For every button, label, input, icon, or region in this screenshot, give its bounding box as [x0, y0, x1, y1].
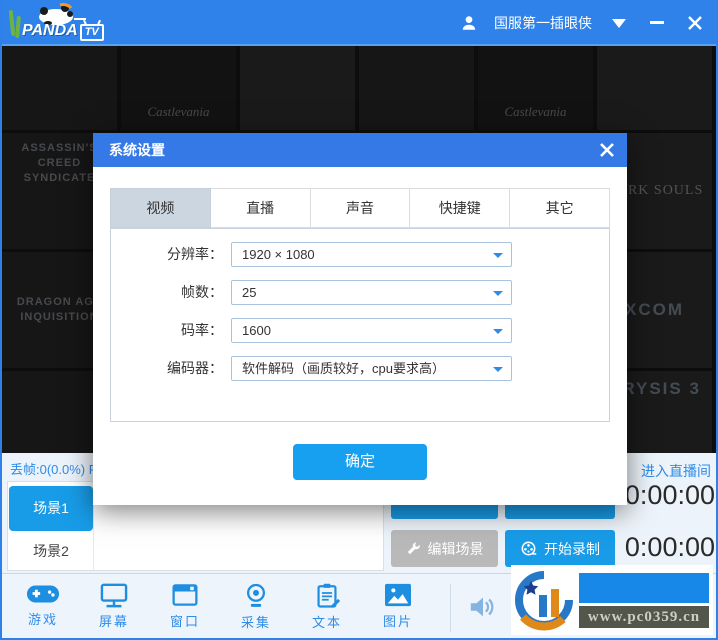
toolbar-item-screen[interactable]: 屏幕: [85, 582, 143, 630]
toolbar-label: 图片: [382, 614, 413, 629]
settings-tabs: 视频 直播 声音 快捷键 其它: [110, 188, 610, 228]
bitrate-value: 1600: [242, 323, 271, 338]
close-icon: [688, 16, 702, 30]
brand-text: PANDA TV: [22, 22, 104, 41]
poster-tile: [597, 46, 712, 130]
image-icon: [385, 583, 411, 607]
scene-item-1[interactable]: 场景1: [9, 486, 93, 531]
dialog-header: 系统设置: [93, 133, 627, 167]
watermark-overlay: www.pc0359.cn: [511, 565, 713, 635]
toolbar-item-capture[interactable]: 采集: [227, 582, 285, 631]
monitor-icon: [100, 583, 128, 608]
form-row-framerate: 帧数： 25: [111, 280, 609, 305]
settings-form: 分辨率： 1920 × 1080 帧数： 25 码率： 1600 编码器： 软件…: [110, 228, 610, 422]
bitrate-select[interactable]: 1600: [231, 318, 512, 343]
encoder-value: 软件解码（画质较好，cpu要求高）: [242, 361, 445, 376]
scene-item-2[interactable]: 场景2: [9, 531, 93, 572]
start-record-label: 开始录制: [544, 540, 600, 557]
toolbar-item-text[interactable]: 文本: [298, 582, 356, 631]
webcam-icon: [246, 583, 266, 607]
tab-live[interactable]: 直播: [210, 188, 311, 228]
pandatv-logo: PANDA TV: [6, 0, 126, 44]
form-row-bitrate: 码率： 1600: [111, 318, 609, 343]
tab-video[interactable]: 视频: [110, 188, 211, 228]
caret-down-icon: [493, 367, 503, 372]
poster-tile: [240, 46, 355, 130]
resolution-label: 分辨率：: [167, 246, 223, 262]
framerate-value: 25: [242, 285, 257, 300]
poster-tile: [121, 46, 236, 130]
dialog-close-icon[interactable]: [599, 142, 615, 158]
chevron-down-icon: [612, 18, 626, 28]
minimize-button[interactable]: [646, 12, 668, 34]
titlebar: PANDA TV 国服第一插眼侠: [2, 0, 716, 46]
ok-button[interactable]: 确定: [293, 444, 427, 480]
speaker-icon: [470, 597, 494, 617]
toolbar-item-window[interactable]: 窗口: [156, 582, 214, 630]
form-row-resolution: 分辨率： 1920 × 1080: [111, 242, 609, 267]
toolbar-divider: [450, 584, 451, 632]
gamepad-icon: [26, 585, 60, 603]
dropped-frames-status: 丢帧:0(0.0%) FP: [10, 462, 106, 477]
watermark-url: www.pc0359.cn: [579, 605, 709, 628]
tab-hotkeys[interactable]: 快捷键: [410, 188, 511, 228]
dialog-title: 系统设置: [109, 142, 165, 158]
app-window: PANDA TV 国服第一插眼侠 Castlevania Castlevania AS…: [0, 0, 718, 640]
framerate-label: 帧数：: [181, 284, 223, 300]
user-dropdown-button[interactable]: [608, 12, 630, 34]
text-clipboard-icon: [317, 583, 340, 608]
close-button[interactable]: [684, 12, 706, 34]
start-record-button[interactable]: 开始录制: [505, 530, 615, 567]
toolbar-label: 采集: [240, 615, 271, 630]
minimize-icon: [650, 21, 664, 24]
watermark-logo-icon: [515, 571, 573, 631]
brand-panda: PANDA: [22, 22, 78, 39]
toolbar-item-game[interactable]: 游戏: [14, 582, 72, 628]
enter-live-room-link[interactable]: 进入直播间: [641, 461, 711, 481]
toolbar-label: 屏幕: [98, 614, 129, 629]
username-label[interactable]: 国服第一插眼侠: [494, 13, 592, 33]
user-icon: [462, 16, 476, 30]
toolbar-label: 游戏: [27, 612, 58, 627]
bitrate-label: 码率：: [181, 322, 223, 338]
poster-tile: [2, 46, 117, 130]
system-settings-dialog: 系统设置 视频 直播 声音 快捷键 其它 分辨率： 1920 × 1080 帧数…: [93, 133, 627, 505]
framerate-select[interactable]: 25: [231, 280, 512, 305]
film-reel-icon: [521, 541, 537, 556]
window-icon: [172, 584, 198, 606]
edit-scene-label: 编辑场景: [427, 540, 484, 557]
caret-down-icon: [493, 253, 503, 258]
stream-timer: 0:00:00: [624, 480, 715, 510]
caret-down-icon: [493, 329, 503, 334]
watermark-banner: [579, 572, 709, 603]
form-row-encoder: 编码器： 软件解码（画质较好，cpu要求高）: [111, 356, 609, 381]
tab-sound[interactable]: 声音: [310, 188, 411, 228]
record-timer: 0:00:00: [624, 532, 715, 562]
poster-tile: [359, 46, 474, 130]
encoder-select[interactable]: 软件解码（画质较好，cpu要求高）: [231, 356, 512, 381]
bamboo-decoration: [8, 9, 16, 37]
resolution-value: 1920 × 1080: [242, 247, 315, 262]
brand-tv-box: TV: [79, 24, 104, 41]
toolbar-item-image[interactable]: 图片: [369, 582, 427, 630]
tab-other[interactable]: 其它: [510, 188, 610, 228]
speaker-button[interactable]: [467, 592, 499, 627]
edit-scene-button[interactable]: 编辑场景: [391, 530, 498, 567]
wrench-icon: [407, 542, 420, 555]
caret-down-icon: [493, 291, 503, 296]
toolbar-label: 窗口: [169, 614, 200, 629]
bamboo-decoration: [15, 15, 21, 39]
encoder-label: 编码器：: [167, 360, 223, 376]
resolution-select[interactable]: 1920 × 1080: [231, 242, 512, 267]
toolbar-label: 文本: [311, 615, 342, 630]
poster-tile: [478, 46, 593, 130]
